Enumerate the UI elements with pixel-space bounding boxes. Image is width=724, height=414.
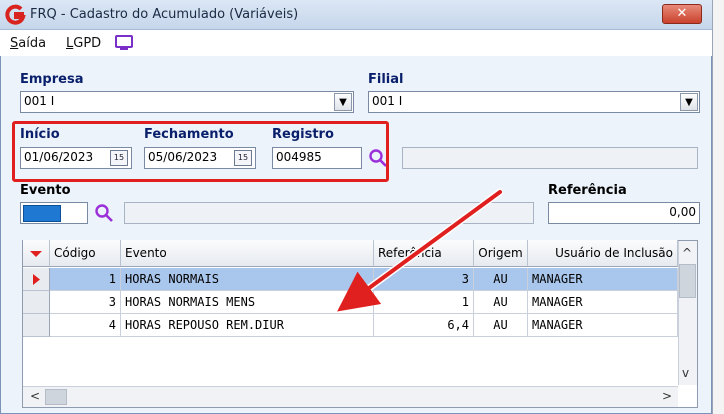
menu-item-lgpd[interactable]: LGPD	[66, 36, 101, 51]
menu-saida-label: aída	[18, 36, 47, 51]
evento-input-selection	[23, 205, 61, 222]
cell-referencia[interactable]: 6,4	[374, 314, 474, 337]
grid-header-indicator[interactable]	[23, 240, 50, 267]
cell-usuario[interactable]: MANAGER	[528, 291, 678, 314]
cell-origem[interactable]: AU	[474, 314, 528, 337]
column-header-referencia[interactable]: Referência	[374, 240, 474, 267]
column-header-origem[interactable]: Origem	[474, 240, 528, 267]
cell-codigo[interactable]: 3	[50, 291, 121, 314]
registro-description	[402, 147, 698, 169]
cell-origem[interactable]: AU	[474, 291, 528, 314]
filial-label: Filial	[368, 72, 404, 87]
menu-item-saida[interactable]: Saída	[10, 36, 46, 51]
cell-codigo[interactable]: 4	[50, 314, 121, 337]
referencia-value: 0,00	[669, 205, 696, 219]
menu-lgpd-label: GPD	[73, 36, 102, 51]
vertical-scrollbar[interactable]	[678, 241, 697, 385]
column-header-codigo[interactable]: Código	[50, 240, 121, 267]
window-title: FRQ - Cadastro do Acumulado (Variáveis)	[30, 7, 299, 22]
app-logo-icon	[5, 4, 26, 25]
cell-origem[interactable]: AU	[474, 268, 528, 291]
filial-value: 001 I	[372, 94, 403, 108]
empresa-select[interactable]: 001 I	[20, 91, 354, 113]
cell-referencia[interactable]: 3	[374, 268, 474, 291]
cell-codigo[interactable]: 1	[50, 268, 121, 291]
column-header-evento[interactable]: Evento	[121, 240, 374, 267]
cell-evento[interactable]: HORAS NORMAIS MENS	[121, 291, 374, 314]
close-button[interactable]: ✕	[662, 4, 702, 24]
scroll-right-icon[interactable]: >	[662, 389, 672, 403]
cell-evento[interactable]: HORAS NORMAIS	[121, 268, 374, 291]
referencia-input[interactable]: 0,00	[548, 202, 700, 224]
cell-usuario[interactable]: MANAGER	[528, 268, 678, 291]
background-window	[712, 0, 724, 414]
evento-input[interactable]	[20, 202, 88, 224]
cell-referencia[interactable]: 1	[374, 291, 474, 314]
empresa-label: Empresa	[20, 72, 84, 87]
cell-evento[interactable]: HORAS REPOUSO REM.DIUR	[121, 314, 374, 337]
column-header-usuario[interactable]: Usuário de Inclusão	[528, 240, 678, 267]
scroll-up-icon[interactable]: ^	[682, 246, 692, 260]
empresa-value: 001 I	[24, 94, 55, 108]
row-indicator[interactable]	[23, 268, 50, 291]
referencia-label: Referência	[548, 183, 627, 198]
row-indicator[interactable]	[23, 314, 50, 337]
monitor-icon[interactable]	[114, 34, 134, 52]
sort-down-icon	[30, 251, 42, 257]
evento-search-icon[interactable]	[94, 203, 114, 223]
scroll-down-icon[interactable]: v	[682, 366, 689, 380]
row-indicator[interactable]	[23, 291, 50, 314]
scroll-left-icon[interactable]: <	[30, 389, 40, 403]
horizontal-scrollbar[interactable]	[23, 386, 678, 407]
horizontal-scroll-thumb[interactable]	[45, 389, 67, 405]
current-row-arrow-icon	[33, 274, 40, 285]
empresa-dropdown-button[interactable]: ▼	[334, 93, 352, 111]
annotation-highlight-box	[12, 121, 389, 182]
filial-select[interactable]: 001 I	[368, 91, 700, 113]
filial-dropdown-button[interactable]: ▼	[680, 93, 698, 111]
vertical-scroll-thumb[interactable]	[679, 264, 696, 298]
evento-label: Evento	[20, 183, 71, 198]
evento-description	[124, 202, 534, 224]
menu-bar	[0, 30, 712, 56]
cell-usuario[interactable]: MANAGER	[528, 314, 678, 337]
